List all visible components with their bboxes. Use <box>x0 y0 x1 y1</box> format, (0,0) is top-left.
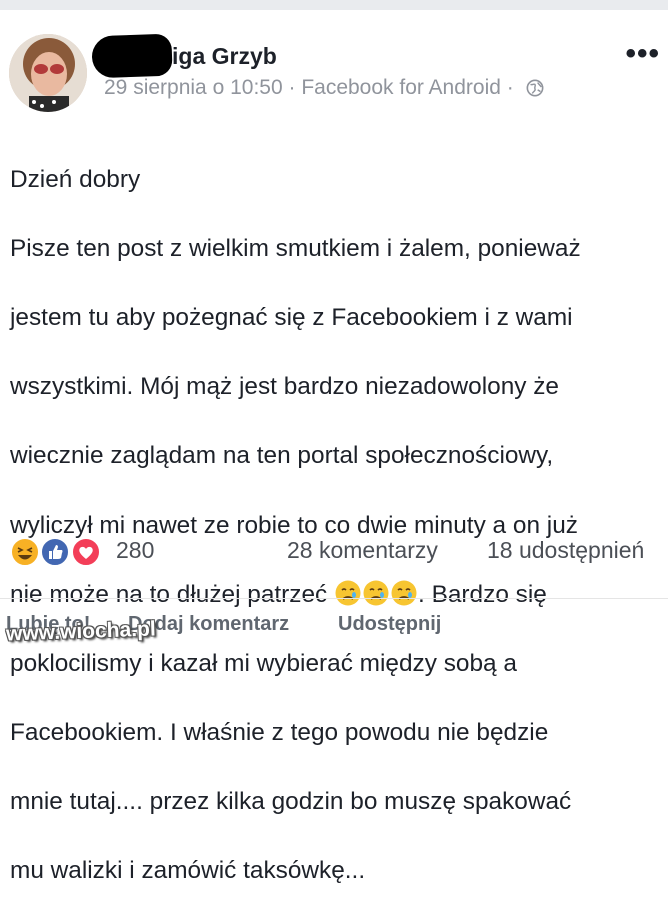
reactions-count[interactable]: 280 <box>116 537 154 564</box>
reaction-icons[interactable] <box>10 536 105 568</box>
haha-reaction-icon <box>10 537 40 567</box>
comments-count[interactable]: 28 komentarzy <box>287 537 438 564</box>
post-line: mnie tutaj.... przez kilka godzin bo mus… <box>10 788 572 816</box>
author-name[interactable]: iga Grzyb <box>91 33 277 79</box>
post-body: Dzień dobry Pisze ten post z wielkim smu… <box>10 128 660 924</box>
globe-icon <box>526 79 544 97</box>
shares-count[interactable]: 18 udostępnień <box>487 537 644 564</box>
post-line: Pisze ten post z wielkim smutkiem i żale… <box>10 234 581 262</box>
post-header: iga Grzyb ••• 29 sierpnia o 10:50 · Face… <box>0 22 668 112</box>
redaction-mark <box>91 33 173 79</box>
author-name-text: iga Grzyb <box>172 42 277 69</box>
love-reaction-icon <box>71 537 101 567</box>
post-line: wszystkimi. Mój mąż jest bardzo niezadow… <box>10 373 559 401</box>
share-button[interactable]: Udostępnij <box>338 613 441 636</box>
post-line: poklocilismy i kazał mi wybierać między … <box>10 649 517 677</box>
post-source: Facebook for Android <box>301 76 501 99</box>
top-divider <box>0 0 668 10</box>
more-options-icon[interactable]: ••• <box>625 39 660 69</box>
post-line: wiecznie zaglądam na ten portal społeczn… <box>10 442 554 470</box>
post-line: jestem tu aby pożegnać się z Facebookiem… <box>10 303 573 331</box>
post-line: mu walizki i zamówić taksówkę... <box>10 857 366 885</box>
author-avatar[interactable] <box>9 34 87 112</box>
meta-separator: · <box>282 76 302 99</box>
post-line: Facebookiem. I właśnie z tego powodu nie… <box>10 719 549 747</box>
post-meta: 29 sierpnia o 10:50 · Facebook for Andro… <box>104 76 544 100</box>
meta-separator-2: · <box>500 76 520 99</box>
post-date[interactable]: 29 sierpnia o 10:50 <box>104 76 283 100</box>
like-reaction-icon <box>40 537 70 567</box>
avatar-image <box>9 34 87 112</box>
post-line: Dzień dobry <box>10 165 141 193</box>
post-stats: 280 28 komentarzy 18 udostępnień <box>10 532 668 572</box>
